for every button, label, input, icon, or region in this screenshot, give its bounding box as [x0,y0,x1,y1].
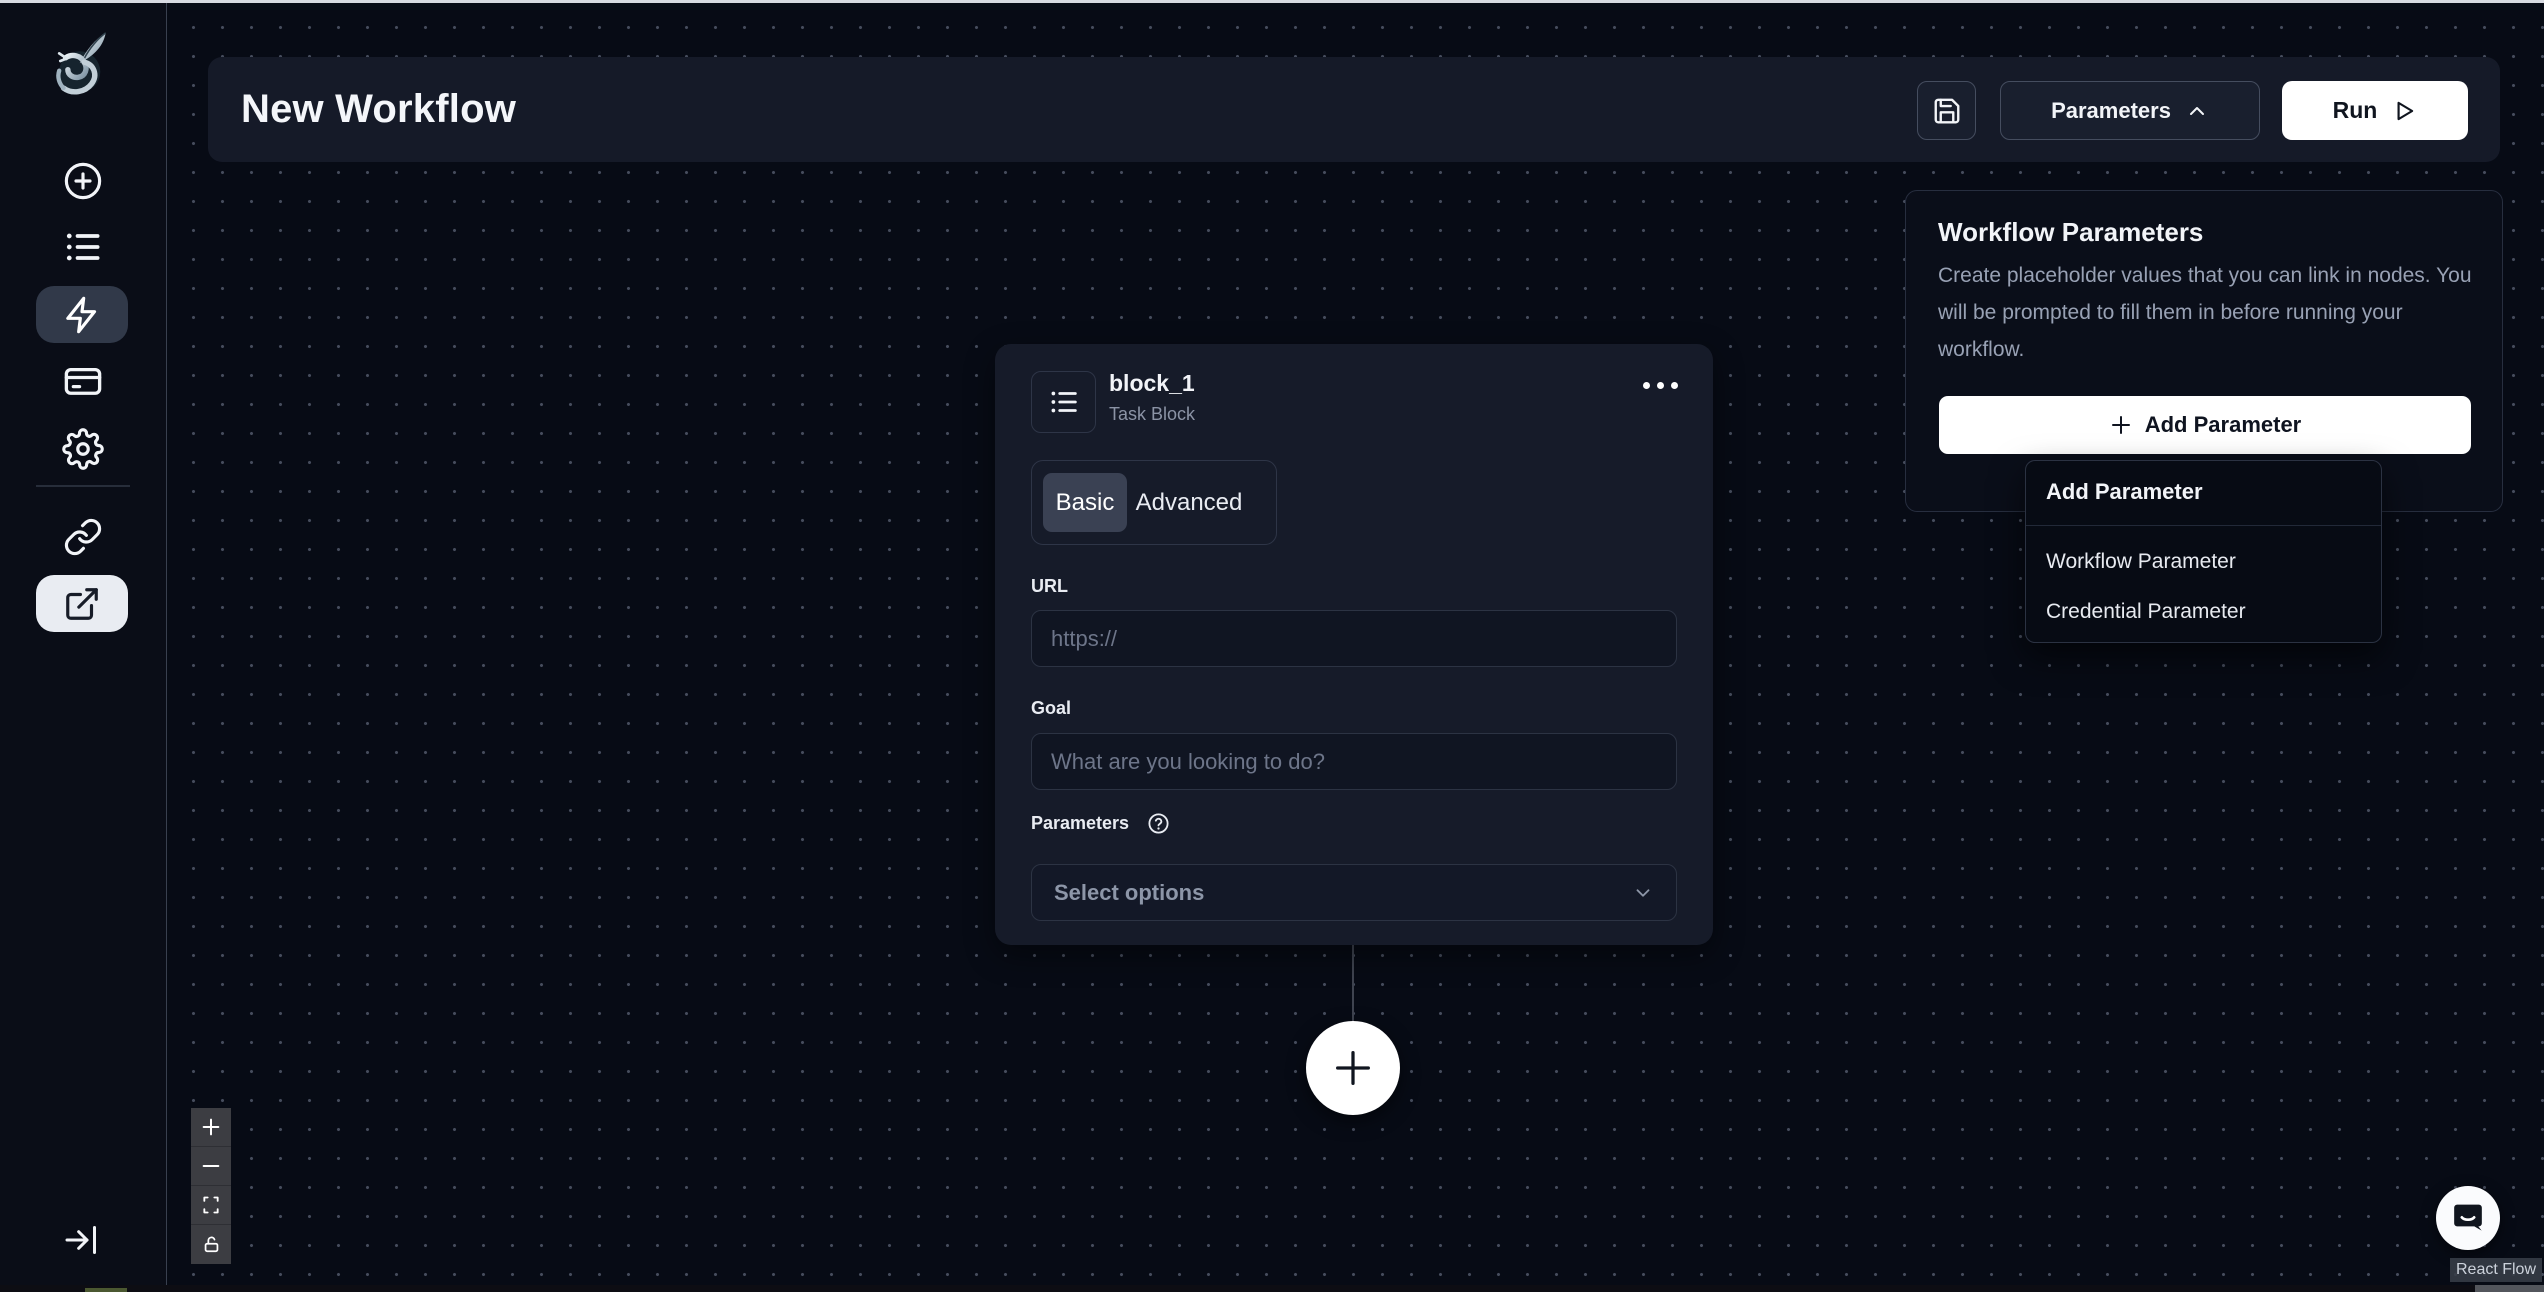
header-bar: New Workflow Parameters Run [208,57,2500,162]
parameters-button-label: Parameters [2051,97,2171,123]
block-type-label: Task Block [1109,404,1196,424]
block-icon-box [1031,371,1096,433]
sidebar-item-billing[interactable] [61,359,105,403]
sidebar-item-runs[interactable] [61,225,105,269]
url-label: URL [1031,576,1068,596]
play-icon [2391,98,2417,124]
page-title: New Workflow [241,87,517,131]
run-button-label: Run [2332,97,2378,123]
parameters-field-header: Parameters [1031,812,1170,835]
list-icon [1047,385,1081,419]
fit-view-button[interactable] [191,1186,231,1225]
tab-basic[interactable]: Basic [1043,473,1127,532]
zap-icon [62,295,102,335]
sidebar-item-workflows[interactable] [36,286,128,343]
block-name: block_1 [1109,370,1195,396]
fit-view-icon [201,1195,221,1215]
chat-widget-button[interactable] [2436,1186,2500,1250]
skyvern-logo [45,21,121,101]
block-tabs: Basic Advanced [1031,460,1277,545]
menu-item-credential-parameter[interactable]: Credential Parameter [2026,589,2381,635]
react-flow-attribution[interactable]: React Flow [2450,1258,2542,1282]
attribution-label: React Flow [2455,1261,2537,1278]
block-options-button[interactable] [1643,382,1678,389]
menu-divider [2026,525,2381,526]
sidebar-collapse-button[interactable] [58,1218,106,1262]
window-bottom-edge-segment [2475,1285,2544,1292]
lock-toggle-button[interactable] [191,1225,231,1264]
add-block-button[interactable] [1306,1021,1400,1115]
goal-input[interactable] [1031,733,1677,790]
plus-icon [1330,1045,1376,1091]
plus-icon [200,1116,222,1138]
save-icon [1932,96,1962,126]
url-input[interactable] [1031,610,1677,667]
lock-open-icon [202,1235,221,1254]
minus-icon [200,1155,222,1177]
window-bottom-edge [0,1285,2544,1292]
sidebar-item-share[interactable] [36,575,128,632]
window-top-edge [0,0,2544,3]
sidebar-item-settings[interactable] [61,427,105,471]
panel-title: Workflow Parameters [1938,217,2204,247]
sidebar-divider [36,485,130,487]
link-icon [63,517,103,557]
sidebar-item-integrations[interactable] [61,515,105,559]
canvas-controls [191,1108,231,1264]
chat-bubble-icon [2448,1198,2488,1238]
tab-advanced[interactable]: Advanced [1127,473,1251,532]
save-button[interactable] [1917,81,1976,140]
menu-item-workflow-parameter[interactable]: Workflow Parameter [2026,539,2381,585]
gear-icon [62,428,104,470]
plus-circle-icon [62,160,104,202]
select-placeholder: Select options [1054,879,1205,905]
chevron-up-icon [2185,99,2209,123]
list-icon [61,225,105,269]
wallpaper-sliver [85,1288,127,1292]
sidebar-item-create[interactable] [62,160,104,202]
menu-header: Add Parameter [2046,479,2203,504]
app-window: New Workflow Parameters Run block_1 Task… [0,0,2544,1292]
add-parameter-menu: Add Parameter Workflow Parameter Credent… [2025,460,2382,643]
credit-card-icon [62,360,104,402]
edge-connector [1352,945,1354,1022]
parameters-label: Parameters [1031,813,1130,833]
help-circle-icon[interactable] [1147,812,1170,835]
zoom-in-button[interactable] [191,1108,231,1147]
external-link-icon [63,585,101,623]
add-parameter-button-label: Add Parameter [2144,412,2302,437]
plus-icon [2109,413,2133,437]
chevron-down-icon [1632,882,1654,904]
sidebar [0,3,167,1285]
add-parameter-button[interactable]: Add Parameter [1939,396,2471,454]
task-block-node[interactable]: block_1 Task Block Basic Advanced URL Go… [995,344,1713,945]
goal-label: Goal [1031,698,1072,718]
panel-description: Create placeholder values that you can l… [1938,264,2472,361]
parameters-toggle-button[interactable]: Parameters [2000,81,2260,140]
parameters-select[interactable]: Select options [1031,864,1677,921]
run-button[interactable]: Run [2282,81,2468,140]
zoom-out-button[interactable] [191,1147,231,1186]
arrow-to-bar-icon [62,1220,102,1260]
